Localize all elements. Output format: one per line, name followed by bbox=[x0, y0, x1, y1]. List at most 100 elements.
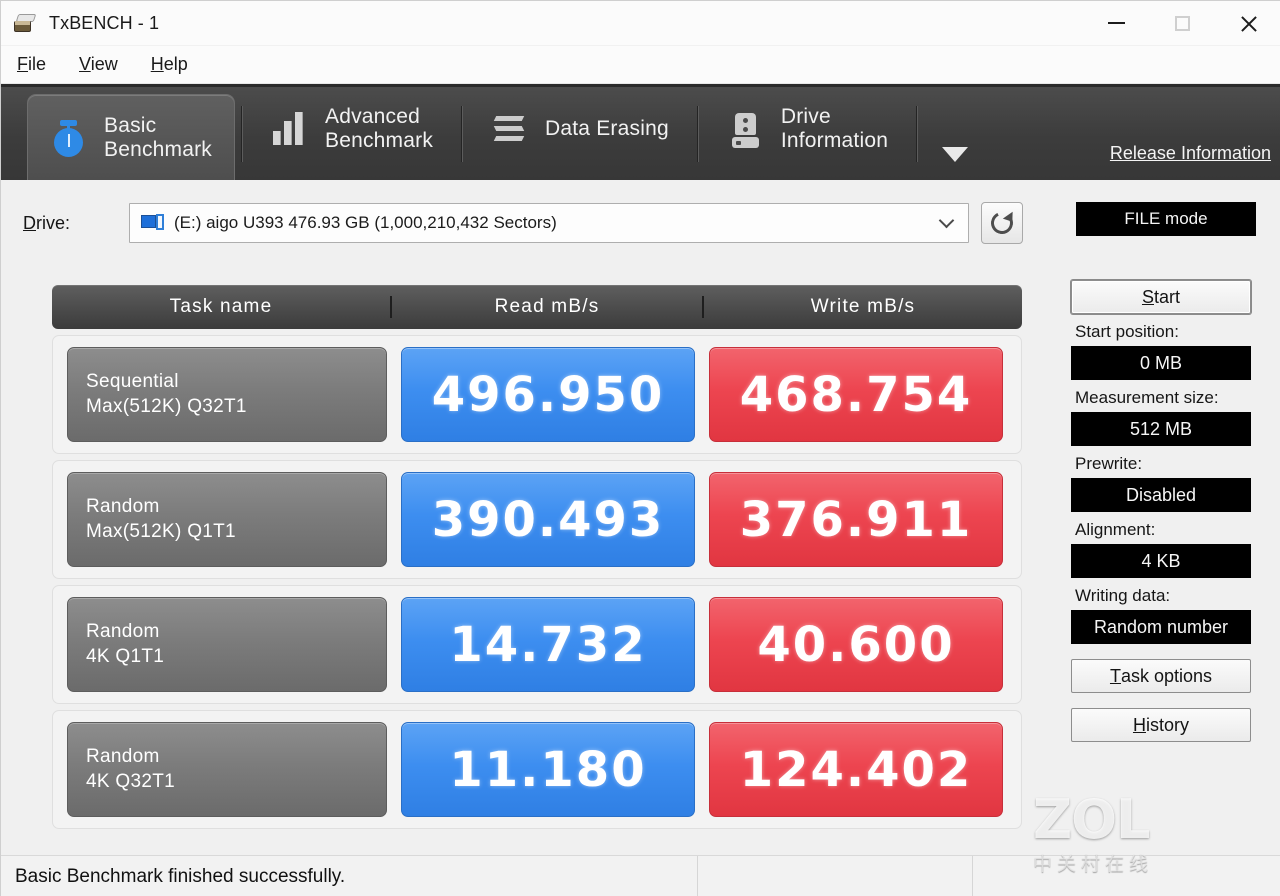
maximize-button[interactable] bbox=[1149, 1, 1215, 46]
write-value-cell: 376.911 bbox=[709, 472, 1003, 567]
app-drive-icon bbox=[13, 12, 39, 34]
menu-item-view[interactable]: View bbox=[79, 54, 118, 75]
eraser-icon bbox=[487, 107, 531, 151]
table-row: Sequential Max(512K) Q32T1 496.950 468.7… bbox=[52, 335, 1022, 454]
status-message: Basic Benchmark finished successfully. bbox=[1, 855, 698, 896]
drive-label-accel: D bbox=[23, 212, 36, 233]
prewrite-label: Prewrite: bbox=[1075, 454, 1143, 473]
task-line2: 4K Q1T1 bbox=[86, 645, 165, 667]
drive-selection-row: Drive: (E:) aigo U393 476.93 GB (1,000,2… bbox=[1, 202, 1280, 244]
task-name-cell: Random 4K Q1T1 bbox=[67, 597, 387, 692]
drive-label: Drive: bbox=[1, 213, 129, 234]
tab-basic-line1: Basic bbox=[104, 113, 157, 137]
start-button[interactable]: Start bbox=[1071, 280, 1251, 314]
close-button[interactable] bbox=[1215, 1, 1280, 46]
tab-divider-2 bbox=[461, 105, 464, 162]
task-line2: 4K Q32T1 bbox=[86, 770, 176, 792]
tab-basic-benchmark-label: Basic Benchmark bbox=[104, 114, 212, 161]
prewrite-value[interactable]: Disabled bbox=[1071, 478, 1251, 512]
read-value-cell: 496.950 bbox=[401, 347, 695, 442]
maximize-icon bbox=[1174, 15, 1190, 31]
status-bar: Basic Benchmark finished successfully. bbox=[1, 855, 1280, 896]
menu-file-accel: F bbox=[17, 54, 28, 74]
drive-info-icon bbox=[723, 107, 767, 151]
menu-view-label: iew bbox=[90, 54, 118, 74]
txbench-window: TxBENCH - 1 File View Help Basic Benchma… bbox=[0, 0, 1280, 896]
task-name-cell: Random 4K Q32T1 bbox=[67, 722, 387, 817]
table-row: Random 4K Q32T1 11.180 124.402 bbox=[52, 710, 1022, 829]
column-header-write: Write mB/s bbox=[702, 296, 1022, 318]
refresh-icon bbox=[987, 208, 1017, 238]
read-value-cell: 11.180 bbox=[401, 722, 695, 817]
options-sidebar: Start Start position: 0 MB Measurement s… bbox=[1061, 280, 1261, 840]
write-value-cell: 468.754 bbox=[709, 347, 1003, 442]
task-line2: Max(512K) Q32T1 bbox=[86, 395, 247, 417]
column-header-task-name: Task name bbox=[169, 296, 273, 317]
menu-item-help[interactable]: Help bbox=[151, 54, 188, 75]
drive-monitor-icon bbox=[141, 214, 165, 232]
chevron-down-icon[interactable] bbox=[942, 147, 969, 162]
start-button-label: tart bbox=[1154, 286, 1181, 307]
tab-advanced-line1: Advanced bbox=[325, 105, 421, 129]
minimize-icon bbox=[1107, 22, 1125, 24]
start-position-label: Start position: bbox=[1075, 322, 1179, 341]
write-value-cell: 124.402 bbox=[709, 722, 1003, 817]
status-segment-2 bbox=[698, 855, 973, 896]
tab-drive-information-label: Drive Information bbox=[781, 105, 888, 152]
task-line1: Random bbox=[86, 620, 160, 642]
table-row: Random Max(512K) Q1T1 390.493 376.911 bbox=[52, 460, 1022, 579]
drive-label-text: rive: bbox=[36, 212, 71, 233]
status-segment-3 bbox=[973, 856, 1280, 896]
measurement-size-label: Measurement size: bbox=[1075, 388, 1219, 407]
read-value-cell: 14.732 bbox=[401, 597, 695, 692]
table-row: Random 4K Q1T1 14.732 40.600 bbox=[52, 585, 1022, 704]
task-line1: Random bbox=[86, 495, 160, 517]
tab-divider-3 bbox=[696, 105, 699, 162]
task-options-label: ask options bbox=[1120, 665, 1213, 686]
tab-drive-line1: Drive bbox=[780, 105, 831, 129]
window-controls bbox=[1083, 1, 1280, 46]
tab-bar: Basic Benchmark Advanced Benchmark Data … bbox=[1, 84, 1280, 180]
stopwatch-icon bbox=[46, 116, 90, 160]
task-name-cell: Random Max(512K) Q1T1 bbox=[67, 472, 387, 567]
tab-basic-benchmark[interactable]: Basic Benchmark bbox=[27, 94, 236, 180]
tab-erasing-line1: Data Erasing bbox=[545, 117, 669, 141]
writing-data-label: Writing data: bbox=[1075, 586, 1171, 605]
history-label: istory bbox=[1145, 714, 1189, 735]
history-accel: H bbox=[1132, 714, 1146, 735]
tab-advanced-benchmark-label: Advanced Benchmark bbox=[325, 105, 433, 152]
tab-data-erasing-label: Data Erasing bbox=[545, 117, 669, 141]
chevron-down-icon[interactable] bbox=[938, 212, 955, 229]
alignment-value[interactable]: 4 KB bbox=[1071, 544, 1251, 578]
task-options-button[interactable]: Task options bbox=[1071, 659, 1251, 693]
tab-divider-4 bbox=[916, 105, 919, 162]
measurement-size-value[interactable]: 512 MB bbox=[1071, 412, 1251, 446]
menu-view-accel: V bbox=[79, 54, 91, 74]
file-mode-button[interactable]: FILE mode bbox=[1076, 202, 1256, 236]
minimize-button[interactable] bbox=[1083, 1, 1149, 46]
writing-data-value[interactable]: Random number bbox=[1071, 610, 1251, 644]
bar-chart-icon bbox=[267, 107, 311, 151]
results-table-header: Task name Read mB/s Write mB/s bbox=[52, 285, 1022, 329]
tab-basic-line2: Benchmark bbox=[104, 137, 213, 161]
menu-file-label: ile bbox=[28, 54, 47, 74]
main-content: Drive: (E:) aigo U393 476.93 GB (1,000,2… bbox=[1, 180, 1280, 855]
start-position-value[interactable]: 0 MB bbox=[1071, 346, 1251, 380]
read-value-cell: 390.493 bbox=[401, 472, 695, 567]
alignment-label: Alignment: bbox=[1075, 520, 1156, 539]
tab-drive-information[interactable]: Drive Information bbox=[705, 90, 910, 168]
tab-advanced-line2: Benchmark bbox=[325, 129, 434, 152]
refresh-button[interactable] bbox=[981, 202, 1023, 244]
drive-select[interactable]: (E:) aigo U393 476.93 GB (1,000,210,432 … bbox=[129, 203, 969, 243]
window-title: TxBENCH - 1 bbox=[49, 12, 160, 33]
close-icon bbox=[1239, 14, 1258, 33]
tab-advanced-benchmark[interactable]: Advanced Benchmark bbox=[249, 90, 455, 168]
tab-drive-line2: Information bbox=[780, 129, 889, 152]
results-table-body: Sequential Max(512K) Q32T1 496.950 468.7… bbox=[52, 335, 1022, 829]
history-button[interactable]: History bbox=[1071, 708, 1251, 742]
tab-data-erasing[interactable]: Data Erasing bbox=[469, 90, 691, 168]
menu-item-file[interactable]: File bbox=[17, 54, 46, 75]
release-information-link[interactable]: Release Information bbox=[1110, 143, 1271, 164]
start-button-accel: S bbox=[1141, 286, 1154, 307]
write-value-cell: 40.600 bbox=[709, 597, 1003, 692]
